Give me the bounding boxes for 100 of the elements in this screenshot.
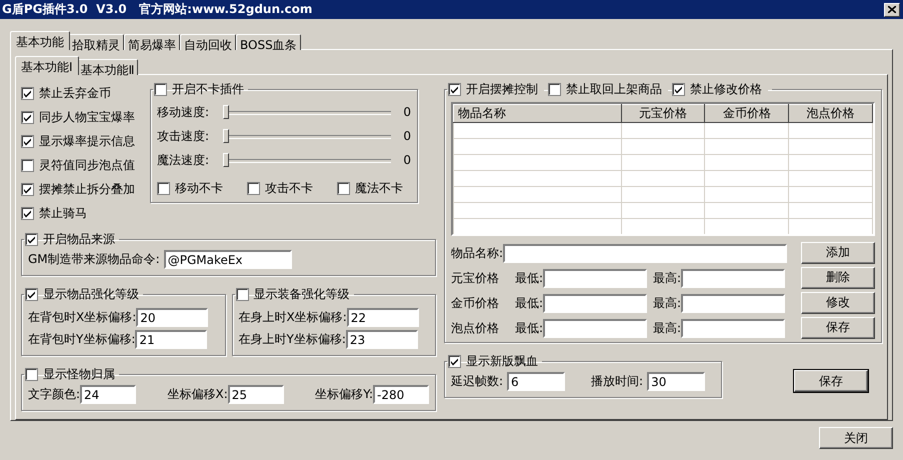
checkbox-label: 开启物品来源 <box>43 231 115 248</box>
checkbox[interactable] <box>672 83 685 96</box>
action-button[interactable]: 保存 <box>801 316 875 338</box>
checkbox-label: 魔法不卡 <box>355 180 403 197</box>
window-title: G盾PG插件3.0 V3.0 官方网站:www.52gdun.com <box>2 1 312 18</box>
tab[interactable]: 基本功能 <box>10 31 70 50</box>
slider-thumb[interactable] <box>222 129 229 143</box>
checkbox[interactable] <box>154 83 167 96</box>
slider-thumb[interactable] <box>222 105 229 119</box>
field-label: 元宝价格 <box>451 270 500 286</box>
checkbox[interactable] <box>21 158 34 172</box>
field-label: 在背包时X坐标偏移: <box>28 309 136 326</box>
checkbox-label: 显示新版飘血 <box>466 353 538 370</box>
slider-value: 0 <box>403 105 411 119</box>
checkbox-label: 攻击不卡 <box>265 180 313 197</box>
input-field[interactable]: 25 <box>228 385 284 404</box>
input-field[interactable] <box>681 318 786 338</box>
checkbox-label: 禁止修改价格 <box>690 81 762 98</box>
checkbox[interactable] <box>448 355 461 368</box>
checkbox-label: 显示怪物归属 <box>43 366 115 383</box>
checkbox-label: 禁止骑马 <box>39 204 87 222</box>
input-field[interactable] <box>543 318 648 338</box>
input-field[interactable] <box>503 244 788 262</box>
field-label: 泡点价格 <box>451 320 500 336</box>
input-field[interactable]: 23 <box>346 330 418 349</box>
tab[interactable]: BOSS血条 <box>236 34 301 50</box>
input-field[interactable]: 22 <box>346 308 419 327</box>
input-field[interactable] <box>681 294 786 312</box>
close-button[interactable]: 关闭 <box>819 427 893 449</box>
field-label: 物品名称: <box>451 244 504 262</box>
checkbox-label: 显示物品强化等级 <box>43 286 139 303</box>
input-field[interactable]: 20 <box>136 308 208 327</box>
input-field[interactable]: @PGMakeEx <box>164 250 292 269</box>
slider[interactable] <box>222 153 392 167</box>
input-field[interactable]: -280 <box>373 385 429 404</box>
save-button[interactable]: 保存 <box>794 370 868 392</box>
slider-thumb[interactable] <box>222 153 229 167</box>
column-header[interactable]: 元宝价格 <box>621 104 705 122</box>
tab[interactable]: 基本功能Ⅱ <box>76 59 138 75</box>
action-button[interactable]: 删除 <box>801 266 875 288</box>
close-icon <box>888 6 896 13</box>
checkbox-label: 移动不卡 <box>175 180 223 197</box>
input-field[interactable]: 6 <box>507 372 566 391</box>
input-field[interactable] <box>543 268 648 288</box>
column-header[interactable]: 金币价格 <box>704 104 789 122</box>
column-header[interactable]: 物品名称 <box>454 104 622 122</box>
checkbox-label: 同步人物宝宝爆率 <box>39 108 135 126</box>
checkbox[interactable] <box>21 206 34 220</box>
checkbox[interactable] <box>25 288 38 301</box>
field-label: 文字颜色: <box>28 386 80 403</box>
checkbox-label: 开启摆摊控制 <box>466 81 538 98</box>
checkbox-label: 摆摊禁止拆分叠加 <box>39 180 135 198</box>
tab[interactable]: 基本功能Ⅰ <box>15 56 79 75</box>
field-label: 最低: <box>515 294 544 312</box>
checkbox[interactable] <box>21 86 34 100</box>
input-field[interactable]: 30 <box>647 372 706 391</box>
action-button[interactable]: 修改 <box>801 292 875 314</box>
tab[interactable]: 简易爆率 <box>124 34 180 50</box>
slider-label: 移动速度: <box>157 104 210 120</box>
input-field[interactable] <box>681 268 786 288</box>
checkbox[interactable] <box>157 182 170 195</box>
tab[interactable]: 自动回收 <box>180 34 236 50</box>
field-label: 最低: <box>515 270 544 286</box>
input-field[interactable]: 24 <box>80 385 136 404</box>
checkbox-label: 禁止丢弃金币 <box>39 84 111 102</box>
checkbox-label: 开启不卡插件 <box>172 81 244 98</box>
slider-label: 攻击速度: <box>157 128 210 144</box>
tab[interactable]: 拾取精灵 <box>68 34 124 50</box>
checkbox-label: 禁止取回上架商品 <box>566 81 662 98</box>
field-label: 播放时间: <box>591 373 644 390</box>
field-label: 金币价格 <box>451 294 500 312</box>
checkbox[interactable] <box>25 233 38 246</box>
field-label: 最低: <box>515 320 544 336</box>
slider[interactable] <box>222 105 392 119</box>
checkbox[interactable] <box>21 110 34 124</box>
checkbox[interactable] <box>21 182 34 196</box>
checkbox[interactable] <box>236 288 248 301</box>
checkbox[interactable] <box>247 182 260 195</box>
field-label: GM制造带来源物品命令: <box>28 251 160 268</box>
slider-label: 魔法速度: <box>157 152 210 168</box>
checkbox[interactable] <box>337 182 350 195</box>
field-label: 最高: <box>653 294 682 312</box>
column-header[interactable]: 泡点价格 <box>788 104 872 122</box>
slider[interactable] <box>222 129 392 143</box>
action-button[interactable]: 添加 <box>801 242 875 264</box>
close-button[interactable] <box>884 2 900 16</box>
checkbox[interactable] <box>25 368 38 381</box>
field-label: 在背包时Y坐标偏移: <box>28 331 136 348</box>
input-field[interactable]: 21 <box>135 330 208 349</box>
checkbox[interactable] <box>448 83 461 96</box>
checkbox-label: 显示装备强化等级 <box>254 286 350 303</box>
field-label: 最高: <box>653 270 682 286</box>
slider-value: 0 <box>403 129 411 143</box>
field-label: 延迟帧数: <box>451 373 504 390</box>
input-field[interactable] <box>543 294 648 312</box>
checkbox[interactable] <box>21 134 34 148</box>
checkbox[interactable] <box>548 83 561 96</box>
field-label: 坐标偏移X: <box>168 386 228 403</box>
checkbox-label: 灵符值同步泡点值 <box>39 156 135 174</box>
field-label: 在身上时X坐标偏移: <box>238 309 347 326</box>
